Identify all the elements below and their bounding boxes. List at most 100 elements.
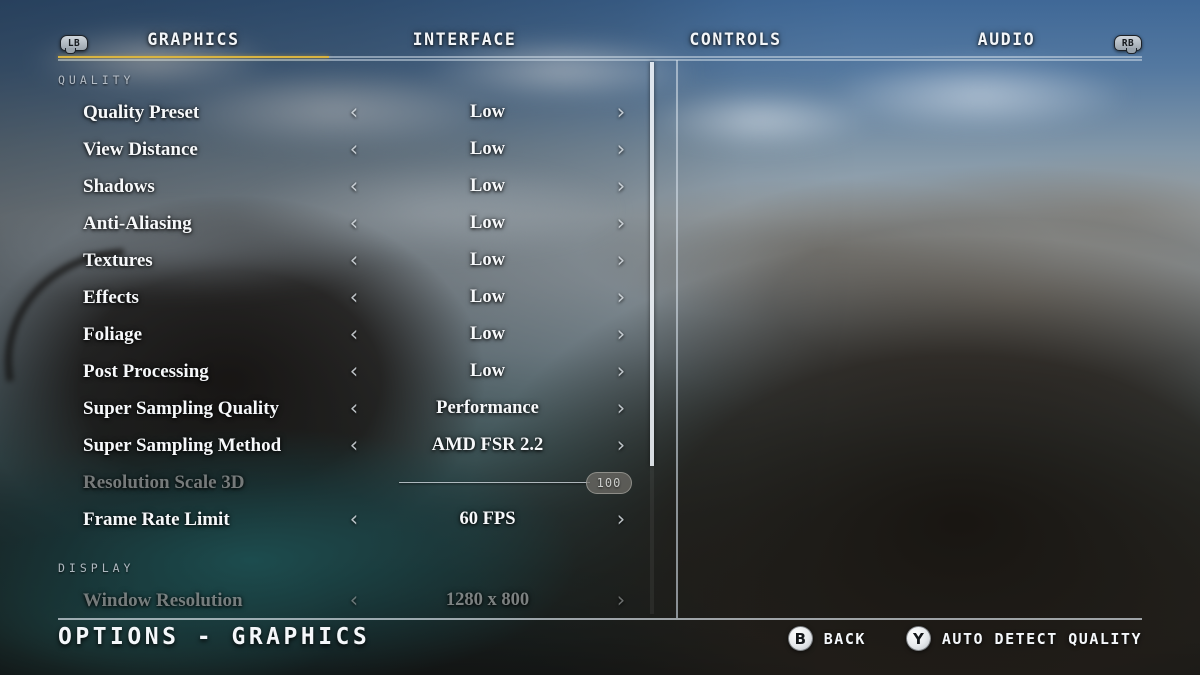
settings-group-header: QUALITY [58, 73, 135, 87]
page-title: OPTIONS - GRAPHICS [58, 624, 371, 650]
tab-graphics[interactable]: GRAPHICS [58, 30, 329, 58]
chevron-right-icon[interactable]: › [610, 287, 632, 308]
prompt-label: AUTO DETECT QUALITY [941, 629, 1142, 648]
chevron-right-icon[interactable]: › [610, 176, 632, 197]
setting-label: Anti-Aliasing [83, 212, 192, 234]
setting-value: 60 FPS [459, 509, 516, 529]
chevron-left-icon[interactable]: ‹ [343, 213, 365, 234]
setting-row[interactable]: Frame Rate Limit ‹ 60 FPS › [58, 501, 650, 538]
setting-value: Low [470, 361, 505, 381]
setting-label: Window Resolution [83, 589, 243, 611]
tab-underline [871, 56, 1142, 58]
chevron-left-icon[interactable]: ‹ [343, 139, 365, 160]
chevron-left-icon[interactable]: ‹ [343, 435, 365, 456]
setting-value: Low [470, 139, 505, 159]
prompt-back[interactable]: B BACK [787, 626, 866, 651]
setting-value: Performance [436, 398, 539, 418]
settings-group-header: DISPLAY [58, 561, 135, 575]
setting-stepper: ‹ AMD FSR 2.2 › [343, 435, 650, 456]
setting-stepper: ‹ Low › [343, 139, 650, 160]
chevron-right-icon[interactable]: › [610, 361, 632, 382]
setting-label: Foliage [83, 323, 143, 345]
prompt-label: BACK [823, 629, 866, 648]
setting-row[interactable]: View Distance ‹ Low › [58, 131, 650, 168]
setting-row[interactable]: Anti-Aliasing ‹ Low › [58, 205, 650, 242]
slider-knob: 100 [586, 471, 632, 494]
left-bumper-label: LB [67, 37, 81, 49]
setting-row[interactable]: Quality Preset ‹ Low › [58, 94, 650, 131]
setting-stepper: ‹ Low › [343, 361, 650, 382]
chevron-right-icon[interactable]: › [610, 213, 632, 234]
tab-label: AUDIO [977, 30, 1036, 49]
chevron-left-icon[interactable]: ‹ [343, 361, 365, 382]
setting-row: Resolution Scale 3D 100 [58, 464, 650, 501]
setting-stepper: ‹ Low › [343, 324, 650, 345]
chevron-right-icon[interactable]: › [610, 398, 632, 419]
tab-underline [58, 55, 329, 58]
setting-value: Low [470, 287, 505, 307]
setting-row[interactable]: Shadows ‹ Low › [58, 168, 650, 205]
tab-underline [600, 56, 871, 58]
tab-underline [329, 56, 600, 58]
chevron-left-icon[interactable]: ‹ [343, 176, 365, 197]
tab-list: GRAPHICS INTERFACE CONTROLS AUDIO [58, 30, 1142, 60]
right-bumper-icon[interactable]: RB [1114, 35, 1142, 54]
setting-label: Shadows [83, 175, 155, 197]
chevron-left-icon[interactable]: ‹ [343, 398, 365, 419]
setting-stepper: ‹ Performance › [343, 398, 650, 419]
setting-stepper: ‹ Low › [343, 176, 650, 197]
chevron-right-icon[interactable]: › [610, 250, 632, 271]
setting-label: Frame Rate Limit [83, 508, 230, 530]
chevron-left-icon[interactable]: ‹ [343, 287, 365, 308]
setting-value: Low [470, 176, 505, 196]
setting-label: Textures [83, 249, 153, 271]
slider-track [399, 481, 590, 484]
chevron-left-icon: ‹ [349, 588, 359, 612]
tab-label: GRAPHICS [147, 30, 240, 49]
chevron-right-icon[interactable]: › [610, 324, 632, 345]
setting-row[interactable]: Textures ‹ Low › [58, 242, 650, 279]
setting-label: View Distance [83, 138, 198, 160]
setting-row[interactable]: Super Sampling Quality ‹ Performance › [58, 390, 650, 427]
tab-audio[interactable]: AUDIO [871, 30, 1142, 58]
tab-label: CONTROLS [689, 30, 782, 49]
chevron-right-icon[interactable]: › [610, 509, 632, 530]
setting-label: Super Sampling Quality [83, 397, 280, 419]
setting-label: Super Sampling Method [83, 434, 282, 456]
setting-stepper: ‹ 1280 x 800 › [343, 590, 650, 611]
setting-value: Low [470, 102, 505, 122]
game-options-screen: GRAPHICS INTERFACE CONTROLS AUDIO LB RB QUA… [0, 0, 1200, 675]
setting-value: 1280 x 800 [445, 590, 530, 610]
setting-label: Effects [83, 286, 139, 308]
chevron-right-icon: › [616, 588, 626, 612]
tab-label: INTERFACE [412, 30, 517, 49]
tab-interface[interactable]: INTERFACE [329, 30, 600, 58]
chevron-right-icon[interactable]: › [610, 102, 632, 123]
setting-row[interactable]: Foliage ‹ Low › [58, 316, 650, 353]
chevron-right-icon[interactable]: › [610, 139, 632, 160]
setting-value: AMD FSR 2.2 [431, 435, 544, 455]
setting-row[interactable]: Effects ‹ Low › [58, 279, 650, 316]
footer-rule [58, 618, 1142, 620]
button-prompts: B BACK Y AUTO DETECT QUALITY [787, 626, 1142, 651]
setting-row[interactable]: Post Processing ‹ Low › [58, 353, 650, 390]
gamepad-button-y-icon: Y [905, 626, 931, 651]
left-bumper-icon[interactable]: LB [60, 35, 88, 54]
tab-controls[interactable]: CONTROLS [600, 30, 871, 58]
setting-label: Quality Preset [83, 101, 200, 123]
chevron-left-icon[interactable]: ‹ [343, 509, 365, 530]
chevron-left-icon[interactable]: ‹ [343, 102, 365, 123]
tab-bar: GRAPHICS INTERFACE CONTROLS AUDIO LB RB [0, 0, 1200, 61]
prompt-auto-detect-quality[interactable]: Y AUTO DETECT QUALITY [905, 626, 1142, 651]
scrollbar-thumb[interactable] [650, 62, 654, 466]
gamepad-button-b-icon: B [787, 626, 813, 651]
chevron-left-icon[interactable]: ‹ [343, 250, 365, 271]
setting-stepper: ‹ Low › [343, 250, 650, 271]
chevron-right-icon[interactable]: › [610, 435, 632, 456]
setting-value: Low [470, 324, 505, 344]
chevron-left-icon[interactable]: ‹ [343, 324, 365, 345]
setting-stepper: ‹ Low › [343, 213, 650, 234]
setting-row[interactable]: Super Sampling Method ‹ AMD FSR 2.2 › [58, 427, 650, 464]
panel-divider [676, 60, 678, 618]
right-bumper-label: RB [1121, 37, 1135, 49]
